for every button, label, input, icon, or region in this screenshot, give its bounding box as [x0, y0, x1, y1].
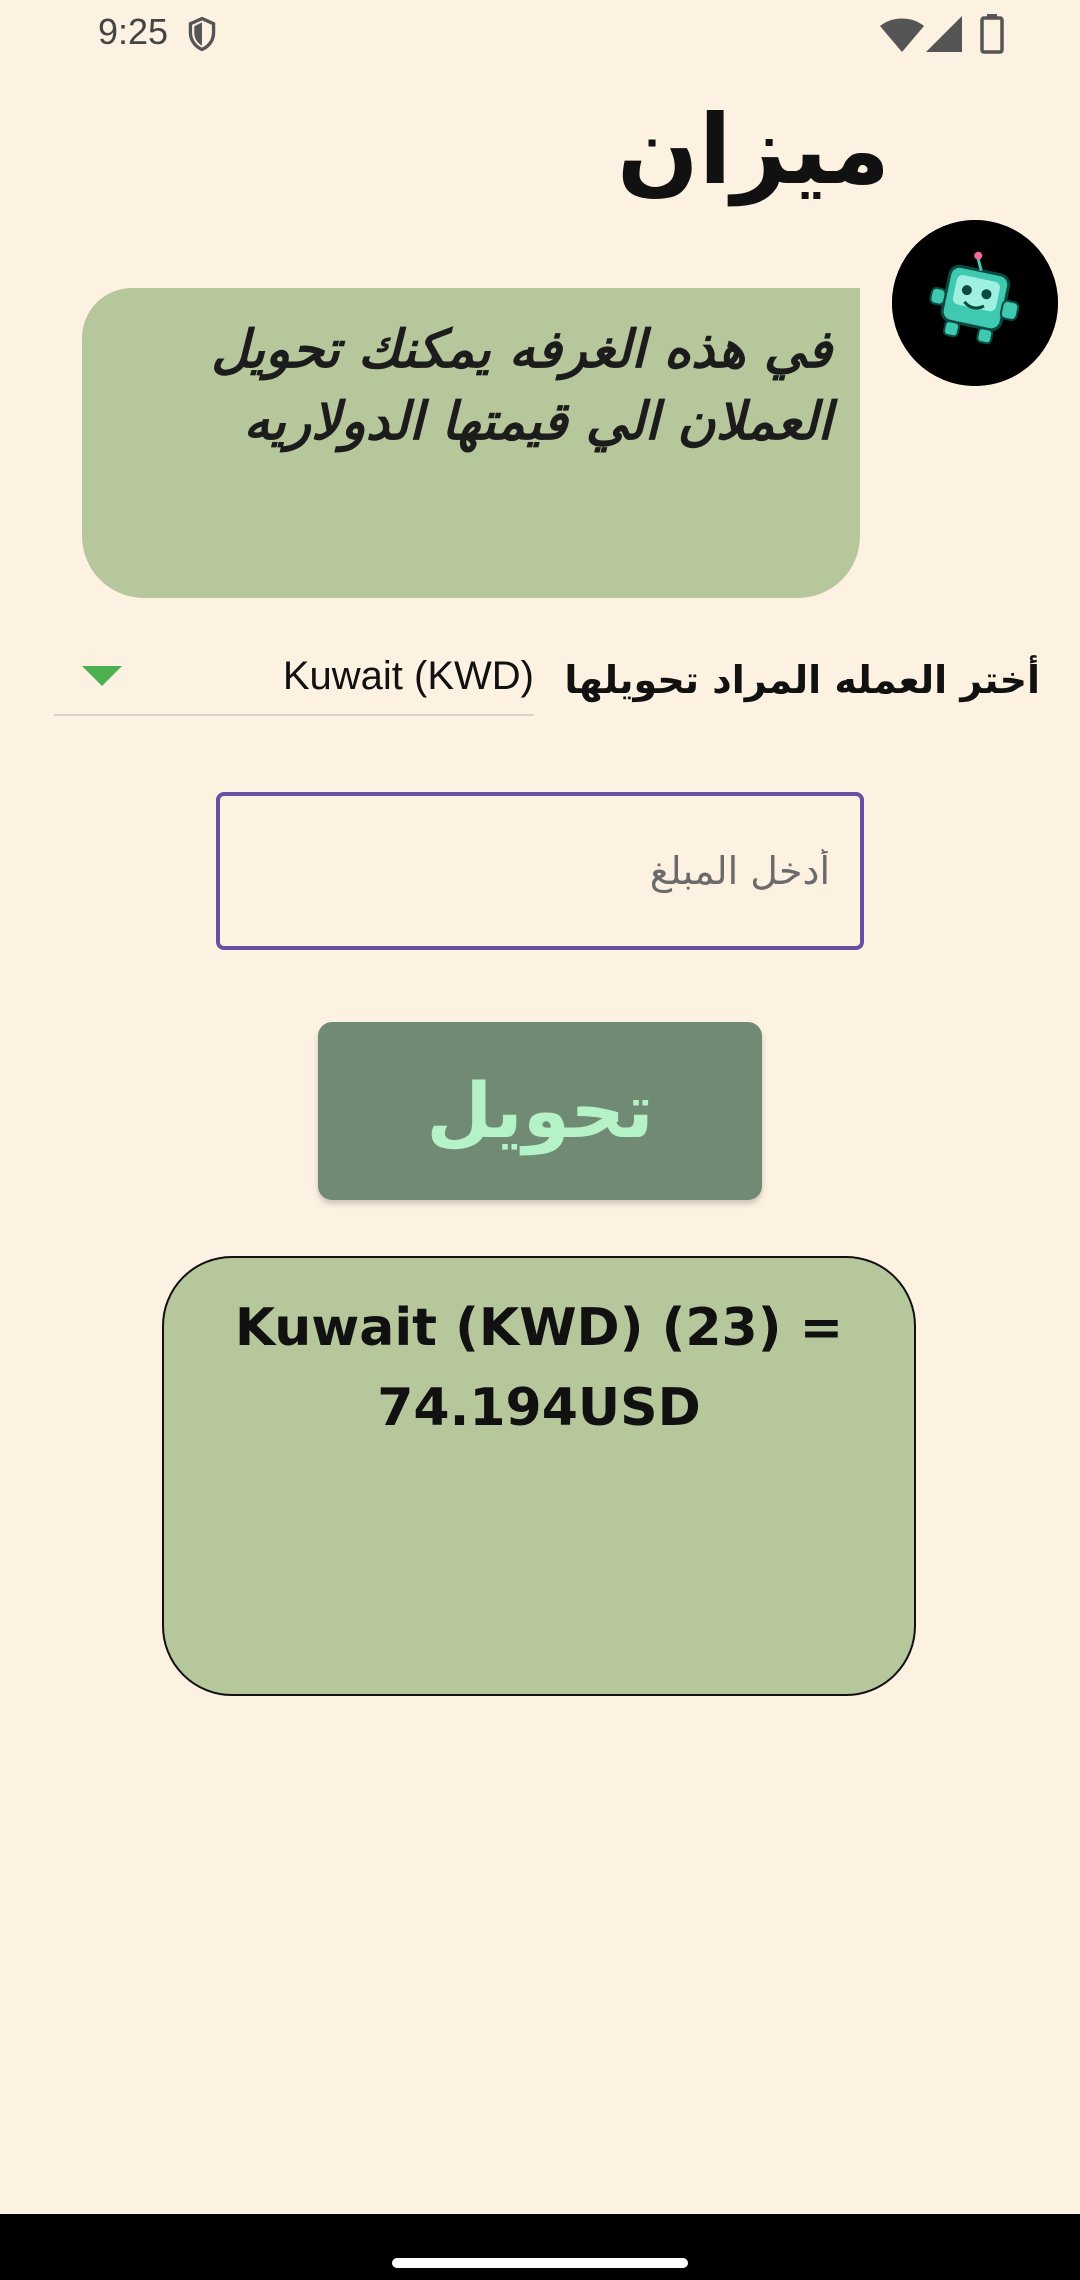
- status-time: 9:25: [98, 11, 169, 52]
- home-indicator[interactable]: [392, 2258, 688, 2268]
- currency-dropdown[interactable]: Kuwait (KWD): [54, 646, 534, 716]
- page-title: ميزان: [616, 94, 890, 206]
- navigation-bar: [0, 2214, 1080, 2280]
- battery-icon: [980, 14, 1004, 54]
- amount-input[interactable]: [216, 792, 864, 950]
- result-text: Kuwait (KWD) (23) = 74.194USD: [234, 1298, 844, 1438]
- robot-mascot-icon: [892, 220, 1058, 386]
- convert-button[interactable]: تحويل: [318, 1022, 762, 1200]
- info-card: في هذه الغرفه يمكنك تحويل العملان الي قي…: [82, 288, 860, 598]
- currency-select-label: أختر العمله المراد تحويلها: [564, 658, 1040, 702]
- currency-dropdown-value: Kuwait (KWD): [282, 654, 534, 698]
- dropdown-arrow-icon: [82, 666, 122, 686]
- avatar: [892, 220, 1058, 386]
- signal-icon: [926, 16, 962, 52]
- shield-icon: [188, 16, 216, 52]
- result-card: Kuwait (KWD) (23) = 74.194USD: [162, 1256, 916, 1696]
- info-text: في هذه الغرفه يمكنك تحويل العملان الي قي…: [211, 320, 832, 452]
- wifi-icon: [880, 18, 924, 52]
